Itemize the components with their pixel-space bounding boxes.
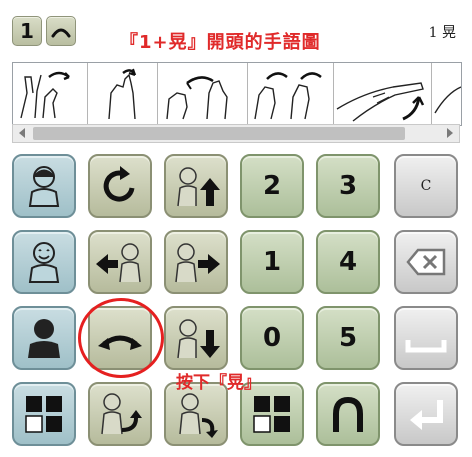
press-instruction: 按下『晃』 <box>176 373 261 393</box>
space-icon <box>405 340 447 353</box>
body-move-up-key[interactable] <box>164 154 228 218</box>
body-move-right-key[interactable] <box>164 230 228 294</box>
digit-0-label: 0 <box>262 323 282 353</box>
body-move-left-key[interactable] <box>88 230 152 294</box>
body-up-arrow-icon <box>177 167 220 207</box>
sign-image-strip[interactable] <box>12 62 462 126</box>
horizontal-scrollbar[interactable] <box>12 124 460 143</box>
body-rotate-arrow-icon <box>101 393 142 435</box>
highlight-ring <box>78 298 164 378</box>
digit-one-label: 1 <box>20 19 34 43</box>
digit-1-label: 1 <box>262 247 282 277</box>
backspace-icon <box>406 248 446 276</box>
sign-card[interactable] <box>333 63 432 125</box>
digit-2-label: 2 <box>262 171 282 201</box>
digit-2-key[interactable]: 2 <box>240 154 304 218</box>
clear-label: C <box>420 178 432 194</box>
body-left-arrow-icon <box>96 243 141 283</box>
digit-4-label: 4 <box>338 247 358 277</box>
sign-card[interactable] <box>247 63 334 125</box>
person-neutral-face-icon <box>28 166 60 207</box>
person-body-icon <box>28 319 60 358</box>
sign-card[interactable] <box>87 63 158 125</box>
grid-layout-icon <box>253 396 290 433</box>
sign-image-4 <box>254 72 322 120</box>
body-turn-arrow-icon <box>179 393 218 438</box>
sign-image-5 <box>336 82 425 122</box>
scroll-right-arrow-icon[interactable] <box>447 128 453 138</box>
digit-one-key[interactable]: 1 <box>12 16 42 46</box>
sign-image-1 <box>20 71 70 119</box>
circular-arrow-icon <box>103 166 135 202</box>
digit-5-label: 5 <box>338 323 358 353</box>
result-counter: 1 晃 <box>428 25 456 41</box>
enter-icon <box>410 400 443 430</box>
scroll-thumb[interactable] <box>33 127 405 140</box>
digit-3-key[interactable]: 3 <box>316 154 380 218</box>
sign-image-3 <box>166 76 228 120</box>
sign-image-2 <box>108 68 137 120</box>
enter-key[interactable] <box>394 382 458 446</box>
arch-shape-key[interactable] <box>316 382 380 446</box>
sign-card[interactable] <box>431 63 461 125</box>
sign-image-6 <box>434 86 461 114</box>
digit-0-key[interactable]: 0 <box>240 306 304 370</box>
circular-motion-key[interactable] <box>88 154 152 218</box>
sign-card[interactable] <box>13 63 88 125</box>
arch-key[interactable] <box>46 16 76 46</box>
body-right-arrow-icon <box>175 243 220 283</box>
face-smile-key[interactable] <box>12 230 76 294</box>
arch-icon <box>51 28 71 38</box>
grid-view-key[interactable] <box>12 382 76 446</box>
page-title: 『1+晃』開頭的手語圖 <box>120 32 321 53</box>
arch-shape-icon <box>333 396 363 432</box>
space-key[interactable] <box>394 306 458 370</box>
person-smile-face-icon <box>28 242 60 283</box>
grid-icon <box>25 396 62 433</box>
digit-3-label: 3 <box>338 171 358 201</box>
body-move-down-key[interactable] <box>164 306 228 370</box>
face-neutral-key[interactable] <box>12 154 76 218</box>
sign-card[interactable] <box>157 63 248 125</box>
body-rotate-key[interactable] <box>88 382 152 446</box>
digit-1-key[interactable]: 1 <box>240 230 304 294</box>
digit-5-key[interactable]: 5 <box>316 306 380 370</box>
clear-key[interactable]: C <box>394 154 458 218</box>
body-key[interactable] <box>12 306 76 370</box>
digit-4-key[interactable]: 4 <box>316 230 380 294</box>
backspace-key[interactable] <box>394 230 458 294</box>
body-down-arrow-icon <box>177 319 220 359</box>
scroll-left-arrow-icon[interactable] <box>19 128 25 138</box>
